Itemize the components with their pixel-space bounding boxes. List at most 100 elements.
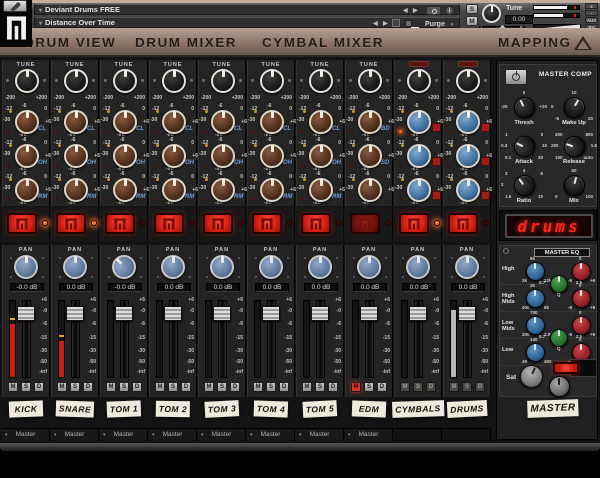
send-knob[interactable] <box>358 178 382 202</box>
send-knob[interactable] <box>15 110 39 134</box>
drum-trigger-button[interactable] <box>154 213 184 234</box>
fader-handle[interactable] <box>360 306 378 321</box>
send-knob[interactable] <box>211 144 235 168</box>
send-button[interactable] <box>432 191 441 200</box>
mute-button[interactable]: M <box>106 382 116 392</box>
send-knob[interactable] <box>162 144 186 168</box>
output-routing-select[interactable]: ▾ <box>443 428 491 441</box>
tune-knob[interactable] <box>113 69 137 93</box>
drum-trigger-button[interactable] <box>56 213 86 234</box>
solo-button[interactable]: S <box>217 382 227 392</box>
send-knob[interactable] <box>309 178 333 202</box>
pan-knob[interactable] <box>357 255 381 279</box>
power-icon[interactable] <box>503 248 509 254</box>
tab-drum-view[interactable]: DRUM VIEW <box>24 35 116 49</box>
send-knob[interactable] <box>211 110 235 134</box>
send-button[interactable] <box>432 157 441 166</box>
fader-handle[interactable] <box>213 306 231 321</box>
send-knob[interactable] <box>162 110 186 134</box>
snapshot-slot-icon[interactable] <box>392 19 400 27</box>
tab-drum-mixer[interactable]: DRUM MIXER <box>135 35 237 49</box>
fader-handle[interactable] <box>115 306 133 321</box>
send-knob[interactable] <box>113 110 137 134</box>
output-routing-select[interactable]: ▾ Master <box>149 428 197 441</box>
tune-knob[interactable] <box>15 69 39 93</box>
direct-button[interactable]: D <box>377 382 387 392</box>
arrow-left-icon[interactable]: ◀ <box>403 7 408 16</box>
solo-button[interactable]: S <box>462 382 472 392</box>
send-knob[interactable] <box>456 144 480 168</box>
mute-button[interactable]: M <box>57 382 67 392</box>
tune-knob[interactable] <box>162 69 186 93</box>
send-knob[interactable] <box>260 110 284 134</box>
solo-button[interactable]: S <box>21 382 31 392</box>
drum-trigger-button[interactable] <box>203 213 233 234</box>
send-knob[interactable] <box>358 144 382 168</box>
solo-button[interactable]: S <box>364 382 374 392</box>
close-icon[interactable]: x <box>585 3 598 9</box>
output-routing-select[interactable]: ▾ Master <box>198 428 246 441</box>
fader-handle[interactable] <box>409 306 427 321</box>
toggle-icon[interactable] <box>405 20 412 27</box>
comp-knob[interactable] <box>510 93 539 122</box>
direct-button[interactable]: D <box>132 382 142 392</box>
send-button[interactable] <box>481 157 490 166</box>
send-knob[interactable] <box>15 144 39 168</box>
direct-button[interactable]: D <box>181 382 191 392</box>
send-knob[interactable] <box>113 144 137 168</box>
direct-button[interactable]: D <box>328 382 338 392</box>
aux-button[interactable]: AUX <box>585 17 598 23</box>
mute-button[interactable]: M <box>400 382 410 392</box>
tune-knob[interactable] <box>456 69 480 93</box>
drum-trigger-button[interactable] <box>7 213 37 234</box>
snapshot-icon[interactable] <box>426 6 441 15</box>
fader-handle[interactable] <box>164 306 182 321</box>
drum-trigger-button[interactable] <box>399 213 429 234</box>
mute-button[interactable]: M <box>204 382 214 392</box>
pan-knob[interactable] <box>63 255 87 279</box>
send-knob[interactable] <box>64 110 88 134</box>
output-routing-select[interactable]: ▾ Master <box>296 428 344 441</box>
eq-q-knob[interactable] <box>550 329 568 347</box>
tune-knob[interactable] <box>260 69 284 93</box>
minimize-icon[interactable]: - <box>585 10 598 16</box>
send-knob[interactable] <box>15 178 39 202</box>
output-routing-select[interactable]: ▾ Master <box>51 428 99 441</box>
master-volume-knob[interactable] <box>549 376 570 397</box>
output-routing-select[interactable]: ▾ Master <box>247 428 295 441</box>
mute-button[interactable]: M <box>155 382 165 392</box>
direct-button[interactable]: D <box>230 382 240 392</box>
drum-trigger-button[interactable] <box>105 213 135 234</box>
send-knob[interactable] <box>407 144 431 168</box>
output-routing-select[interactable]: ▾ Master <box>345 428 393 441</box>
send-knob[interactable] <box>407 110 431 134</box>
tune-knob[interactable] <box>309 69 333 93</box>
instrument-slot-2[interactable]: ▾ Distance Over Time ◀ ▶ Purge ▾ <box>34 17 460 29</box>
tune-knob[interactable] <box>64 69 88 93</box>
comp-knob[interactable] <box>560 93 589 122</box>
mute-button[interactable]: M <box>302 382 312 392</box>
direct-button[interactable]: D <box>475 382 485 392</box>
solo-button[interactable]: S <box>266 382 276 392</box>
arrow-right-icon[interactable]: ▶ <box>413 7 418 16</box>
pan-knob[interactable] <box>14 255 38 279</box>
tune-knob[interactable] <box>211 69 235 93</box>
mute-button[interactable]: M <box>449 382 459 392</box>
send-knob[interactable] <box>407 178 431 202</box>
send-knob[interactable] <box>211 178 235 202</box>
tune-knob[interactable] <box>358 69 382 93</box>
mute-button[interactable]: M <box>8 382 18 392</box>
pan-knob[interactable] <box>210 255 234 279</box>
master-tune-knob[interactable] <box>482 4 501 23</box>
pan-knob[interactable] <box>455 255 479 279</box>
direct-button[interactable]: D <box>279 382 289 392</box>
mute-button[interactable]: M <box>466 16 478 26</box>
direct-button[interactable]: D <box>426 382 436 392</box>
pan-knob[interactable] <box>259 255 283 279</box>
eq-q-knob[interactable] <box>550 275 568 293</box>
pan-knob[interactable] <box>308 255 332 279</box>
solo-button[interactable]: S <box>413 382 423 392</box>
mute-button[interactable]: M <box>351 382 361 392</box>
info-icon[interactable]: i <box>445 6 454 15</box>
tab-mapping[interactable]: MAPPING <box>498 35 572 49</box>
